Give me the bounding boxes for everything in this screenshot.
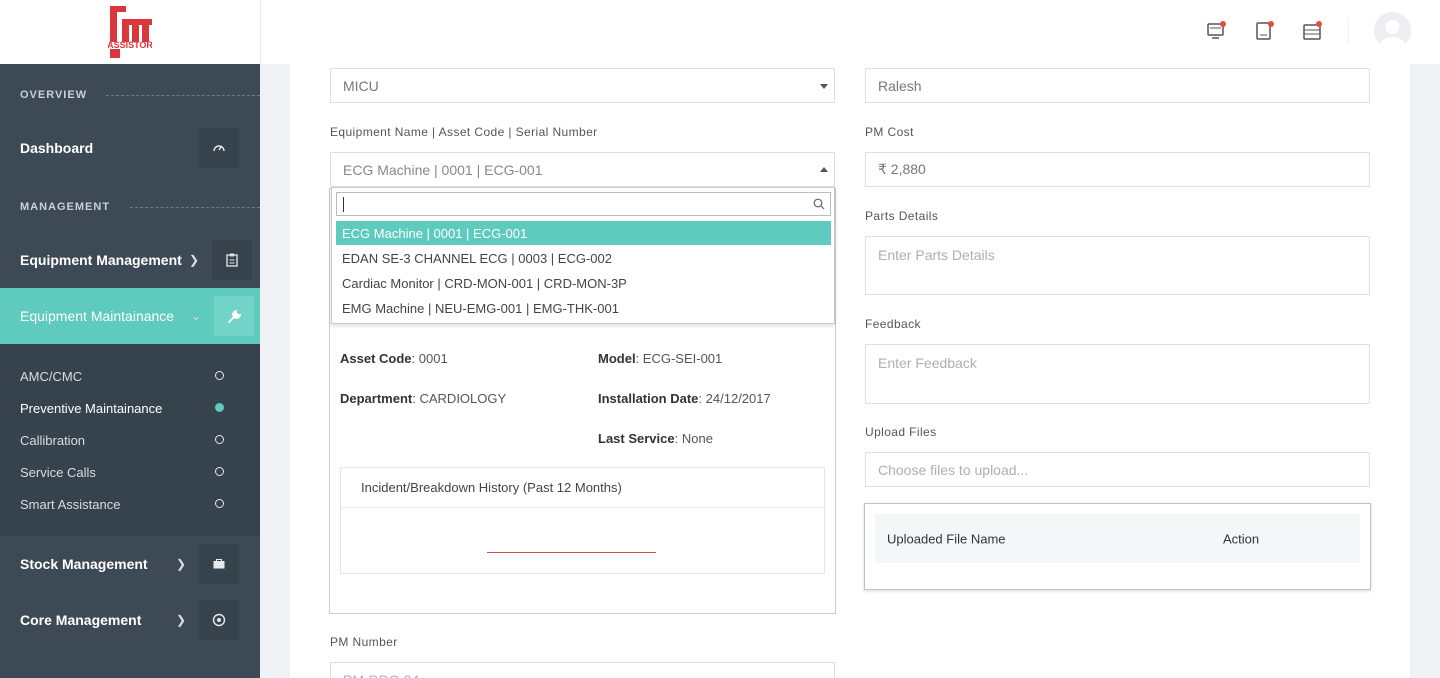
search-icon — [813, 198, 825, 210]
status-dot — [215, 499, 224, 508]
last-service-info: Last Service: None — [598, 431, 713, 446]
incident-history-empty: ————————————— — [487, 544, 656, 559]
dropdown-option[interactable]: EMG Machine | NEU-EMG-001 | EMG-THK-001 — [336, 296, 831, 320]
wrench-icon — [214, 296, 254, 336]
header-divider — [1348, 18, 1349, 44]
assistor-logo: ASSISTOR — [108, 6, 152, 58]
svg-text:ASSISTOR: ASSISTOR — [108, 40, 152, 50]
pm-cost-value: ₹ 2,880 — [878, 161, 926, 177]
clipboard-icon — [212, 240, 252, 280]
section-divider — [106, 95, 260, 96]
upload-files-input[interactable]: Choose files to upload... — [865, 452, 1370, 487]
submenu-item-service-calls[interactable]: Service Calls — [20, 465, 96, 480]
dropdown-search-input[interactable] — [336, 192, 831, 216]
dropdown-option[interactable]: Cardiac Monitor | CRD-MON-001 | CRD-MON-… — [336, 271, 831, 295]
dashboard-gauge-icon — [199, 128, 239, 168]
feedback-label: Feedback — [865, 317, 921, 331]
pm-number-label: PM Number — [330, 635, 398, 649]
pm-cost-field[interactable]: ₹ 2,880 — [865, 152, 1370, 187]
equipment-label: Equipment Name | Asset Code | Serial Num… — [330, 125, 598, 139]
section-title-overview: OVERVIEW — [20, 89, 88, 101]
sidebar-item-stock-management[interactable]: Stock Management ❯ — [0, 536, 260, 592]
settings-wheel-icon — [199, 600, 239, 640]
incident-history-table: Incident/Breakdown History (Past 12 Mont… — [340, 467, 825, 574]
sidebar-item-label: Dashboard — [20, 140, 94, 156]
incident-history-title: Incident/Breakdown History (Past 12 Mont… — [341, 468, 824, 508]
sidebar-item-equipment-maintainance[interactable]: Equipment Maintainance ⌄ — [0, 288, 260, 344]
technician-field[interactable]: Ralesh — [865, 68, 1370, 103]
parts-details-textarea[interactable]: Enter Parts Details — [865, 236, 1370, 295]
parts-details-label: Parts Details — [865, 209, 939, 223]
submenu-item-callibration[interactable]: Callibration — [20, 433, 85, 448]
sidebar-item-label: Stock Management — [20, 556, 148, 572]
server-notification-icon[interactable] — [1302, 20, 1324, 42]
chevron-down-icon: ⌄ — [191, 309, 202, 323]
col-action: Action — [1223, 531, 1260, 546]
department-info: Department: CARDIOLOGY — [340, 391, 507, 406]
chevron-right-icon: ❯ — [189, 253, 200, 267]
sidebar-item-dashboard[interactable]: Dashboard — [0, 120, 260, 176]
technician-field-value: Ralesh — [878, 77, 922, 94]
feedback-textarea[interactable]: Enter Feedback — [865, 344, 1370, 404]
submenu-item-amc-cmc[interactable]: AMC/CMC — [20, 369, 82, 384]
caret-up-icon — [820, 167, 828, 172]
logo-area: ASSISTOR — [0, 0, 261, 64]
box-icon — [199, 544, 239, 584]
section-divider — [130, 207, 260, 208]
model-info: Model: ECG-SEI-001 — [598, 351, 723, 366]
chevron-right-icon: ❯ — [176, 613, 187, 627]
submenu-item-smart-assistance[interactable]: Smart Assistance — [20, 497, 120, 512]
sidebar-item-core-management[interactable]: Core Management ❯ — [0, 592, 260, 648]
sidebar-item-equipment-management[interactable]: Equipment Management ❯ — [0, 232, 260, 288]
pm-number-field[interactable]: PM-DDC-24 — [330, 662, 835, 678]
asset-code-info: Asset Code: 0001 — [340, 351, 448, 366]
sidebar-item-label: Equipment Management — [20, 252, 182, 268]
device-notification-icon[interactable] — [1254, 20, 1276, 42]
upload-files-label: Upload Files — [865, 425, 937, 439]
user-avatar[interactable] — [1374, 12, 1411, 49]
user-avatar-icon — [1379, 20, 1406, 49]
installation-date-info: Installation Date: 24/12/2017 — [598, 391, 771, 406]
sidebar-item-label: Equipment Maintainance — [20, 308, 175, 324]
monitor-notification-icon[interactable] — [1206, 20, 1228, 42]
dropdown-option[interactable]: EDAN SE-3 CHANNEL ECG | 0003 | ECG-002 — [336, 246, 831, 270]
submenu-item-preventive-maintainance[interactable]: Preventive Maintainance — [20, 401, 162, 416]
text-cursor — [343, 197, 344, 212]
uploaded-files-header: Uploaded File Name Action — [875, 514, 1360, 563]
status-dot — [215, 467, 224, 476]
equipment-select[interactable]: ECG Machine | 0001 | ECG-001 — [330, 152, 835, 187]
section-title-management: MANAGEMENT — [20, 201, 111, 213]
sidebar-item-label: Core Management — [20, 612, 142, 628]
equipment-dropdown: ECG Machine | 0001 | ECG-001 EDAN SE-3 C… — [331, 187, 835, 324]
department-select-value: MICU — [343, 77, 379, 94]
department-select[interactable]: MICU — [330, 68, 835, 103]
status-dot-active — [215, 403, 224, 412]
pm-cost-label: PM Cost — [865, 125, 914, 139]
uploaded-files-table: Uploaded File Name Action — [864, 503, 1371, 590]
status-dot — [215, 435, 224, 444]
col-uploaded-file-name: Uploaded File Name — [887, 531, 1006, 546]
chevron-right-icon: ❯ — [176, 557, 187, 571]
status-dot — [215, 371, 224, 380]
equipment-select-value: ECG Machine | 0001 | ECG-001 — [343, 161, 543, 178]
caret-down-icon — [820, 84, 828, 89]
dropdown-option-selected[interactable]: ECG Machine | 0001 | ECG-001 — [336, 221, 831, 245]
